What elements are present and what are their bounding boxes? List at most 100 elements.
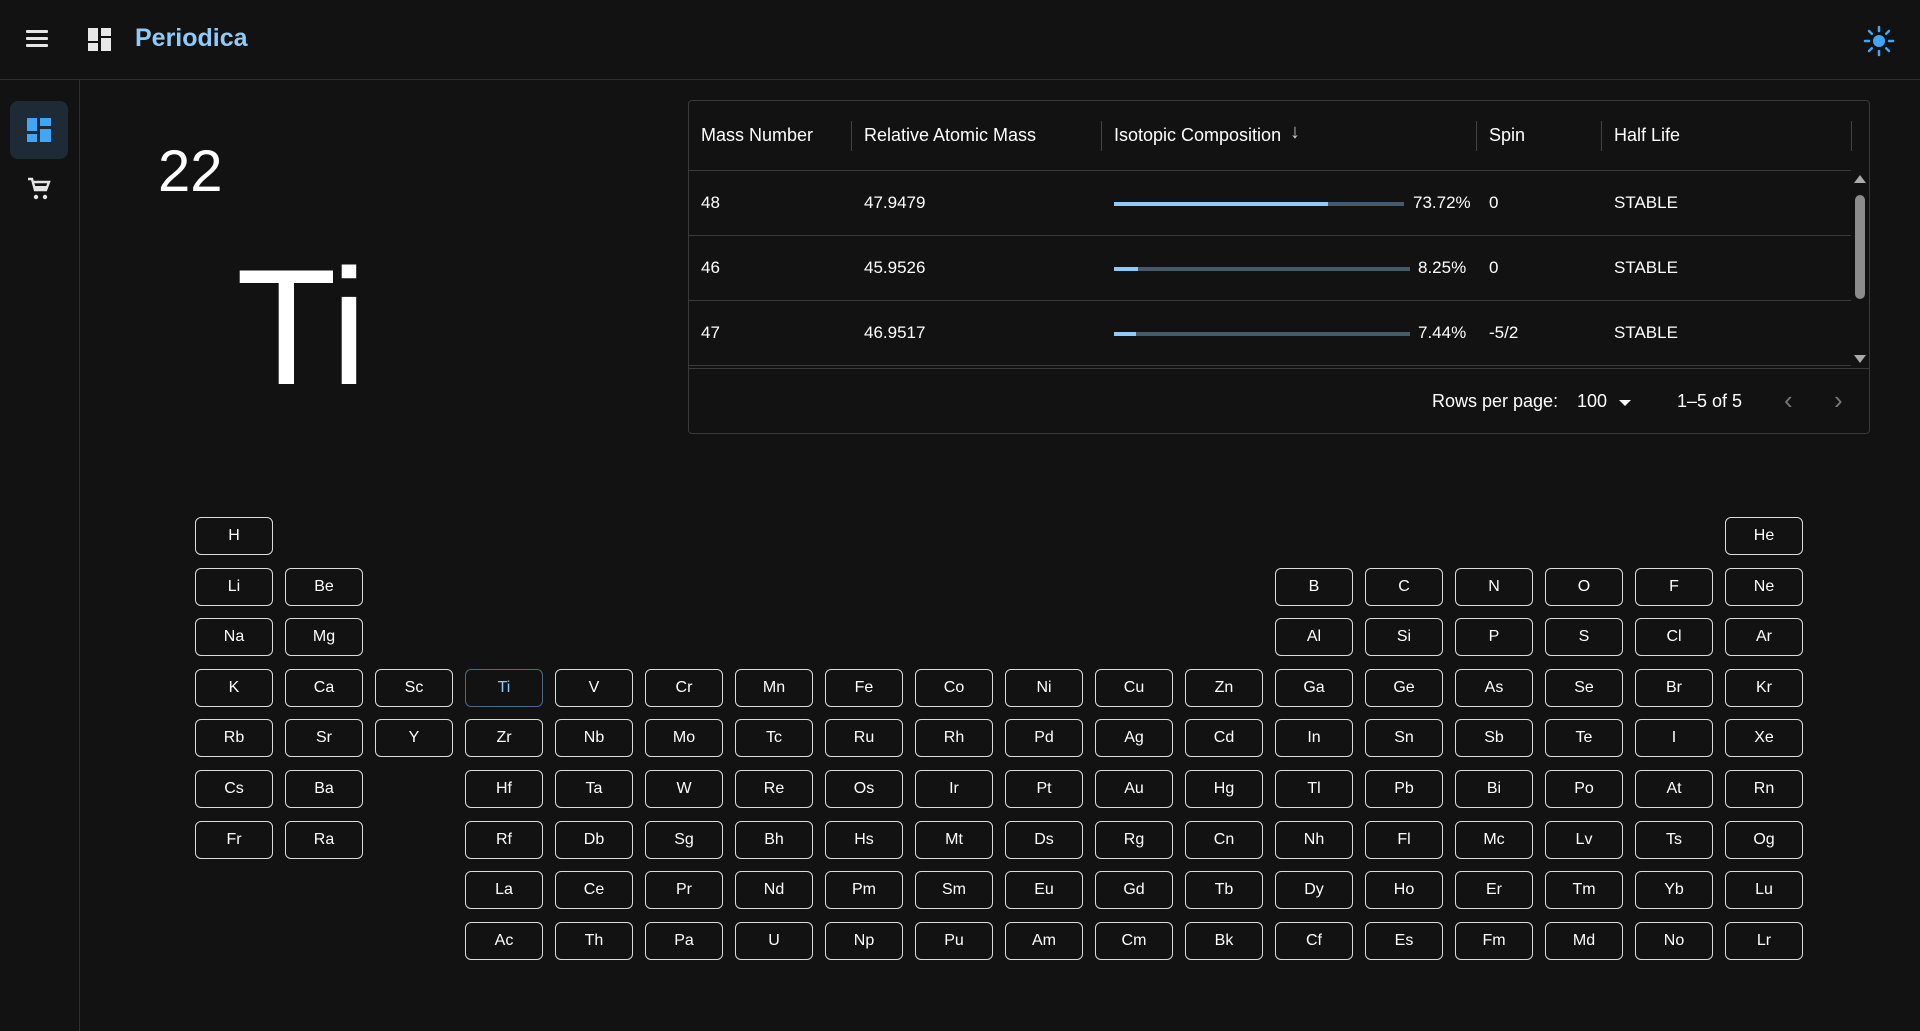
- element-button-si[interactable]: Si: [1365, 618, 1443, 656]
- element-button-bi[interactable]: Bi: [1455, 770, 1533, 808]
- table-row[interactable]: 46 45.9526 8.25% 0 STABLE: [689, 236, 1851, 301]
- element-button-cr[interactable]: Cr: [645, 669, 723, 707]
- element-button-lu[interactable]: Lu: [1725, 871, 1803, 909]
- element-button-bk[interactable]: Bk: [1185, 922, 1263, 960]
- element-button-hs[interactable]: Hs: [825, 821, 903, 859]
- element-button-tm[interactable]: Tm: [1545, 871, 1623, 909]
- element-button-ar[interactable]: Ar: [1725, 618, 1803, 656]
- element-button-br[interactable]: Br: [1635, 669, 1713, 707]
- element-button-am[interactable]: Am: [1005, 922, 1083, 960]
- element-button-sb[interactable]: Sb: [1455, 719, 1533, 757]
- element-button-cf[interactable]: Cf: [1275, 922, 1353, 960]
- element-button-ba[interactable]: Ba: [285, 770, 363, 808]
- element-button-eu[interactable]: Eu: [1005, 871, 1083, 909]
- column-header-isotopic-composition[interactable]: Isotopic Composition: [1114, 125, 1281, 146]
- element-button-sr[interactable]: Sr: [285, 719, 363, 757]
- element-button-md[interactable]: Md: [1545, 922, 1623, 960]
- element-button-n[interactable]: N: [1455, 568, 1533, 606]
- element-button-fe[interactable]: Fe: [825, 669, 903, 707]
- element-button-ti[interactable]: Ti: [465, 669, 543, 707]
- element-button-mo[interactable]: Mo: [645, 719, 723, 757]
- element-button-v[interactable]: V: [555, 669, 633, 707]
- element-button-kr[interactable]: Kr: [1725, 669, 1803, 707]
- element-button-w[interactable]: W: [645, 770, 723, 808]
- element-button-ir[interactable]: Ir: [915, 770, 993, 808]
- table-row[interactable]: 48 47.9479 73.72% 0 STABLE: [689, 171, 1851, 236]
- table-row[interactable]: 47 46.9517 7.44% -5/2 STABLE: [689, 301, 1851, 366]
- scroll-up-arrow-icon[interactable]: [1854, 175, 1866, 183]
- element-button-k[interactable]: K: [195, 669, 273, 707]
- sort-descending-icon[interactable]: ↓: [1290, 121, 1300, 144]
- element-button-ni[interactable]: Ni: [1005, 669, 1083, 707]
- chevron-down-icon[interactable]: [1619, 400, 1631, 406]
- element-button-he[interactable]: He: [1725, 517, 1803, 555]
- sun-icon[interactable]: [1862, 24, 1896, 58]
- element-button-zn[interactable]: Zn: [1185, 669, 1263, 707]
- element-button-nb[interactable]: Nb: [555, 719, 633, 757]
- element-button-as[interactable]: As: [1455, 669, 1533, 707]
- scroll-thumb[interactable]: [1855, 195, 1865, 299]
- element-button-ts[interactable]: Ts: [1635, 821, 1713, 859]
- element-button-os[interactable]: Os: [825, 770, 903, 808]
- element-button-tc[interactable]: Tc: [735, 719, 813, 757]
- element-button-fr[interactable]: Fr: [195, 821, 273, 859]
- element-button-pr[interactable]: Pr: [645, 871, 723, 909]
- element-button-pd[interactable]: Pd: [1005, 719, 1083, 757]
- element-button-u[interactable]: U: [735, 922, 813, 960]
- element-button-dy[interactable]: Dy: [1275, 871, 1353, 909]
- element-button-lv[interactable]: Lv: [1545, 821, 1623, 859]
- element-button-se[interactable]: Se: [1545, 669, 1623, 707]
- element-button-cs[interactable]: Cs: [195, 770, 273, 808]
- element-button-na[interactable]: Na: [195, 618, 273, 656]
- element-button-o[interactable]: O: [1545, 568, 1623, 606]
- element-button-y[interactable]: Y: [375, 719, 453, 757]
- next-page-icon[interactable]: ›: [1834, 387, 1843, 413]
- element-button-fl[interactable]: Fl: [1365, 821, 1443, 859]
- element-button-ta[interactable]: Ta: [555, 770, 633, 808]
- element-button-ga[interactable]: Ga: [1275, 669, 1353, 707]
- rows-per-page-select[interactable]: 100: [1577, 391, 1607, 412]
- element-button-te[interactable]: Te: [1545, 719, 1623, 757]
- element-button-rb[interactable]: Rb: [195, 719, 273, 757]
- element-button-tl[interactable]: Tl: [1275, 770, 1353, 808]
- element-button-ho[interactable]: Ho: [1365, 871, 1443, 909]
- element-button-be[interactable]: Be: [285, 568, 363, 606]
- element-button-pa[interactable]: Pa: [645, 922, 723, 960]
- element-button-er[interactable]: Er: [1455, 871, 1533, 909]
- element-button-rh[interactable]: Rh: [915, 719, 993, 757]
- element-button-f[interactable]: F: [1635, 568, 1713, 606]
- element-button-h[interactable]: H: [195, 517, 273, 555]
- element-button-db[interactable]: Db: [555, 821, 633, 859]
- element-button-cd[interactable]: Cd: [1185, 719, 1263, 757]
- element-button-po[interactable]: Po: [1545, 770, 1623, 808]
- element-button-yb[interactable]: Yb: [1635, 871, 1713, 909]
- element-button-pb[interactable]: Pb: [1365, 770, 1443, 808]
- element-button-hf[interactable]: Hf: [465, 770, 543, 808]
- column-header-spin[interactable]: Spin: [1489, 125, 1525, 146]
- element-button-nd[interactable]: Nd: [735, 871, 813, 909]
- element-button-at[interactable]: At: [1635, 770, 1713, 808]
- menu-icon[interactable]: [24, 26, 54, 56]
- element-button-cn[interactable]: Cn: [1185, 821, 1263, 859]
- element-button-fm[interactable]: Fm: [1455, 922, 1533, 960]
- element-button-sg[interactable]: Sg: [645, 821, 723, 859]
- element-button-li[interactable]: Li: [195, 568, 273, 606]
- element-button-rn[interactable]: Rn: [1725, 770, 1803, 808]
- element-button-au[interactable]: Au: [1095, 770, 1173, 808]
- vertical-scrollbar[interactable]: [1851, 171, 1869, 367]
- element-button-re[interactable]: Re: [735, 770, 813, 808]
- previous-page-icon[interactable]: ‹: [1784, 387, 1793, 413]
- element-button-in[interactable]: In: [1275, 719, 1353, 757]
- element-button-s[interactable]: S: [1545, 618, 1623, 656]
- element-button-b[interactable]: B: [1275, 568, 1353, 606]
- element-button-gd[interactable]: Gd: [1095, 871, 1173, 909]
- element-button-sn[interactable]: Sn: [1365, 719, 1443, 757]
- element-button-zr[interactable]: Zr: [465, 719, 543, 757]
- app-title[interactable]: Periodica: [135, 24, 248, 53]
- element-button-cu[interactable]: Cu: [1095, 669, 1173, 707]
- element-button-es[interactable]: Es: [1365, 922, 1443, 960]
- element-button-ds[interactable]: Ds: [1005, 821, 1083, 859]
- element-button-cl[interactable]: Cl: [1635, 618, 1713, 656]
- element-button-ca[interactable]: Ca: [285, 669, 363, 707]
- element-button-nh[interactable]: Nh: [1275, 821, 1353, 859]
